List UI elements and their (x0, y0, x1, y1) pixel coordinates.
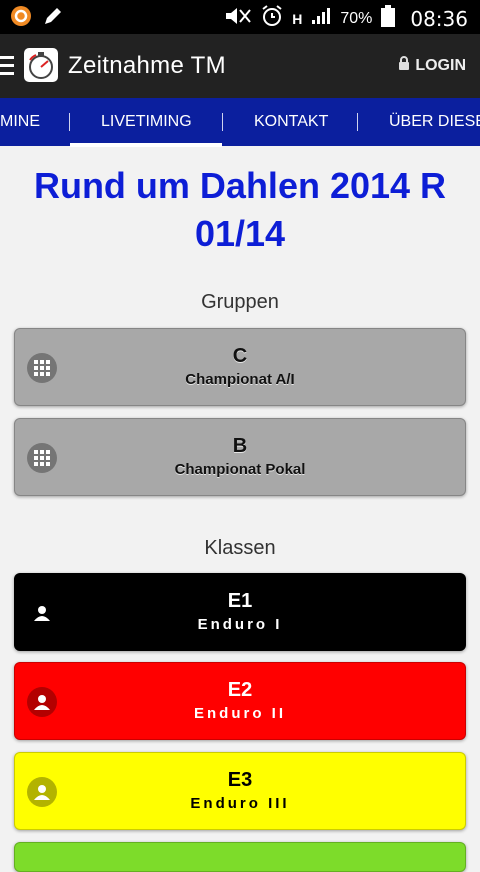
tab-ueber-diese[interactable]: ÜBER DIESE (389, 98, 480, 146)
nav-bar: MINE LIVETIMING KONTAKT ÜBER DIESE (0, 98, 480, 146)
class-tile-e3[interactable]: E3 Enduro III (14, 752, 466, 830)
status-right: H 70% 08:36 (222, 4, 468, 34)
page-title: Rund um Dahlen 2014 R 01/14 (33, 165, 447, 254)
status-bar: H 70% 08:36 (0, 0, 480, 34)
hamburger-icon[interactable] (0, 56, 14, 76)
login-button[interactable]: LOGIN (398, 56, 466, 75)
group-name: Championat Pokal (174, 461, 306, 478)
classes-heading: Klassen (204, 537, 276, 559)
groups-heading: Gruppen (201, 291, 279, 313)
notification-circle-icon (10, 5, 32, 32)
class-name: Enduro I (197, 616, 283, 633)
class-tile-next[interactable] (14, 842, 466, 872)
class-name: Enduro II (194, 705, 286, 722)
mute-icon (222, 5, 252, 33)
nav-divider (69, 113, 70, 131)
login-label: LOGIN (415, 56, 466, 74)
clock: 08:36 (410, 7, 468, 31)
class-tile-e1[interactable]: E1 Enduro I (14, 573, 466, 651)
tab-termine[interactable]: MINE (0, 98, 40, 146)
active-tab-indicator (70, 143, 222, 147)
group-code: B (232, 435, 248, 457)
nav-divider (222, 113, 223, 131)
class-code: E1 (227, 590, 253, 612)
battery-icon (380, 4, 396, 34)
class-code: E2 (227, 679, 253, 701)
app-logo (24, 48, 58, 82)
class-name: Enduro III (190, 795, 290, 812)
group-tile-b[interactable]: B Championat Pokal (14, 418, 466, 496)
tab-kontakt[interactable]: KONTAKT (254, 98, 328, 146)
pencil-icon (42, 5, 64, 32)
group-name: Championat A/I (185, 371, 295, 388)
tab-livetiming[interactable]: LIVETIMING (101, 98, 192, 146)
network-type-label: H (292, 11, 303, 27)
status-left (10, 5, 64, 32)
battery-percent: 70% (340, 10, 373, 27)
lock-icon (398, 56, 410, 75)
group-code: C (232, 345, 248, 367)
class-tile-e2[interactable]: E2 Enduro II (14, 662, 466, 740)
app-title: Zeitnahme TM (68, 52, 226, 79)
alarm-icon (260, 4, 284, 34)
app-bar: Zeitnahme TM LOGIN (0, 34, 480, 98)
signal-icon (310, 6, 332, 32)
nav-divider (357, 113, 358, 131)
group-tile-c[interactable]: C Championat A/I (14, 328, 466, 406)
class-code: E3 (227, 769, 253, 791)
